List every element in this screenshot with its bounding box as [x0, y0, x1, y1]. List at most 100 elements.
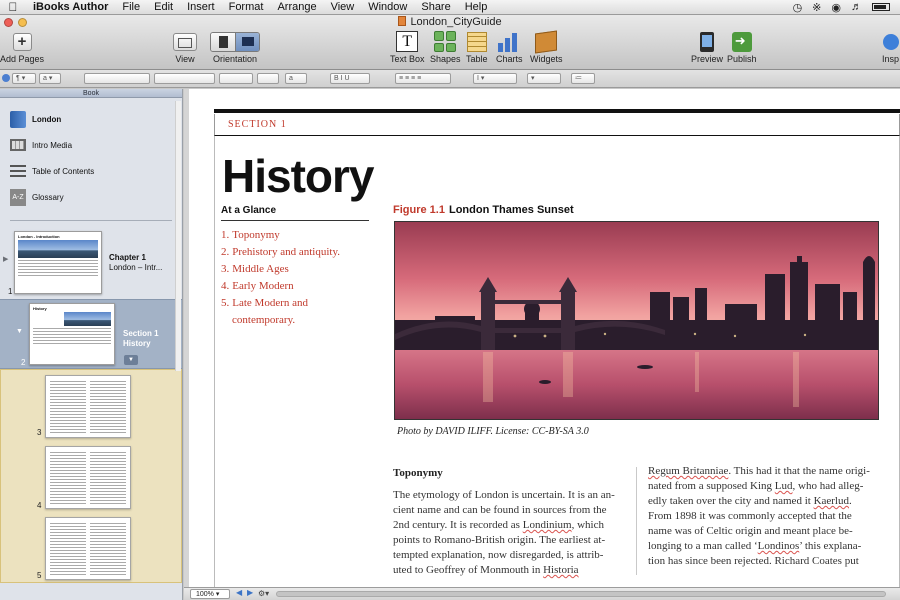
body-text-right-column[interactable]: Regum Britanniae. This had it that the n…: [648, 464, 890, 569]
section-label[interactable]: SECTION 1: [228, 119, 287, 130]
font-family-popup[interactable]: [84, 73, 150, 84]
sidebar-item-glossary[interactable]: A-Z Glossary: [0, 184, 182, 210]
time-machine-icon[interactable]: ◷: [793, 1, 803, 14]
chapter-subtitle: London – Intr...: [109, 263, 163, 272]
menu-insert[interactable]: Insert: [180, 0, 222, 15]
text-line: nated from a supposed King Lud, who had …: [648, 479, 890, 494]
font-typeface-popup[interactable]: [154, 73, 215, 84]
figure-caption[interactable]: Figure 1.1 London Thames Sunset: [393, 204, 574, 216]
text-line: tion has since been rejected. Richard Co…: [648, 555, 859, 567]
section-thumbnail[interactable]: History: [29, 303, 115, 365]
book-page[interactable]: SECTION 1 History At a Glance 1. Toponymy…: [189, 89, 900, 587]
publish-button[interactable]: Publish: [727, 31, 757, 64]
gear-icon[interactable]: ⚙▾: [258, 589, 269, 598]
page-thumbnail[interactable]: [45, 446, 131, 509]
horizontal-scrollbar[interactable]: [276, 591, 886, 597]
window-toolbar: London_CityGuide + Add Pages View Orient…: [0, 15, 900, 70]
menu-format[interactable]: Format: [222, 0, 271, 15]
list-style-popup[interactable]: ≔: [571, 73, 595, 84]
zoom-popup[interactable]: 100% ▾: [190, 589, 230, 599]
glance-text: Middle Ages: [232, 263, 289, 275]
glance-title[interactable]: At a Glance: [221, 205, 276, 216]
text-box-button[interactable]: T Text Box: [390, 31, 425, 64]
portrait-icon[interactable]: [211, 32, 235, 51]
alignment-buttons[interactable]: ≡ ≡ ≡ ≡: [395, 73, 451, 84]
film-icon: [10, 139, 26, 151]
glance-item[interactable]: 2. Prehistory and antiquity.: [221, 244, 371, 261]
text-line: uted to Geoffrey of Monmouth in Historia: [393, 563, 629, 578]
battery-icon[interactable]: [872, 3, 890, 11]
orientation-segmented[interactable]: [210, 31, 260, 52]
section-disclosure-icon[interactable]: ▼: [16, 328, 23, 335]
column-heading[interactable]: Toponymy: [393, 467, 443, 479]
glance-item[interactable]: 4. Early Modern: [221, 278, 371, 295]
sidebar-list: London Intro Media Table of Contents A-Z…: [0, 98, 182, 210]
view-label: View: [175, 54, 195, 64]
line-spacing-popup[interactable]: I ▾: [473, 73, 517, 84]
apple-menu-icon[interactable]: : [0, 0, 26, 14]
paragraph-style-popup[interactable]: ¶ ▾: [12, 73, 36, 84]
previous-page-icon[interactable]: ◀: [236, 588, 242, 597]
menu-bar:  iBooks Author File Edit Insert Format …: [0, 0, 900, 15]
bluetooth-icon[interactable]: ※: [812, 1, 821, 14]
sidebar-item-london[interactable]: London: [0, 106, 182, 132]
preview-button[interactable]: Preview: [691, 31, 723, 64]
volume-icon[interactable]: ♬: [851, 1, 862, 13]
page-title[interactable]: History: [222, 149, 374, 203]
table-button[interactable]: Table: [466, 31, 488, 64]
orientation-control[interactable]: Orientation: [210, 31, 260, 64]
glance-item[interactable]: 5. Late Modern and contemporary.: [221, 295, 371, 329]
inspector-button[interactable]: Insp: [882, 31, 899, 64]
glance-text: Late Modern and: [232, 297, 308, 309]
menu-window[interactable]: Window: [361, 0, 414, 15]
sidebar-item-intro-media[interactable]: Intro Media: [0, 132, 182, 158]
photo-credit[interactable]: Photo by DAVID ILIFF. License: CC-BY-SA …: [397, 426, 589, 437]
ipad-icon: [700, 31, 714, 52]
add-pages-button[interactable]: + Add Pages: [0, 31, 44, 64]
sidebar-item-table-of-contents[interactable]: Table of Contents: [0, 158, 182, 184]
orientation-label: Orientation: [212, 54, 258, 64]
styles-drawer-icon[interactable]: [2, 74, 10, 82]
sidebar-section-1[interactable]: ▼ History Section 1 History ▼ 2: [0, 299, 182, 369]
chapter-thumbnail[interactable]: London - Introduction: [14, 231, 102, 294]
glance-list: 1. Toponymy 2. Prehistory and antiquity. 3…: [221, 227, 371, 329]
menu-edit[interactable]: Edit: [147, 0, 180, 15]
wifi-icon[interactable]: ◉: [831, 1, 841, 14]
text-color-well[interactable]: [257, 73, 279, 84]
london-thames-sunset-image[interactable]: [394, 221, 879, 420]
az-icon: A-Z: [10, 188, 26, 206]
landscape-icon[interactable]: [235, 32, 259, 51]
menu-arrange[interactable]: Arrange: [270, 0, 323, 15]
inspector-icon: [882, 33, 899, 50]
menu-share[interactable]: Share: [414, 0, 457, 15]
widgets-button[interactable]: Widgets: [530, 29, 563, 64]
font-size-field[interactable]: [219, 73, 253, 84]
shapes-button[interactable]: Shapes: [430, 31, 461, 64]
view-button[interactable]: View: [173, 31, 197, 64]
highlight-color-well[interactable]: a: [285, 73, 307, 84]
next-page-icon[interactable]: ▶: [247, 588, 253, 597]
character-style-popup[interactable]: a ▾: [39, 73, 61, 84]
section-menu-button[interactable]: ▼: [124, 355, 138, 365]
page-thumbnail[interactable]: [45, 517, 131, 580]
menu-view[interactable]: View: [324, 0, 362, 15]
misspelled-word: Lud: [774, 480, 793, 492]
glance-item[interactable]: 1. Toponymy: [221, 227, 371, 244]
charts-button[interactable]: Charts: [496, 31, 523, 64]
sidebar-header: Book: [0, 89, 182, 98]
sidebar-chapter-1[interactable]: ▶ London - Introduction Chapter 1 London…: [0, 229, 182, 299]
thumbnail-text: [18, 260, 98, 278]
glance-item[interactable]: 3. Middle Ages: [221, 261, 371, 278]
page-thumbnail[interactable]: [45, 375, 131, 438]
zoom-value: 100%: [196, 591, 214, 598]
columns-popup[interactable]: ▾: [527, 73, 561, 84]
bold-italic-underline-buttons[interactable]: B I U: [330, 73, 370, 84]
menu-file[interactable]: File: [115, 0, 147, 15]
sidebar-scrollbar[interactable]: [175, 101, 181, 371]
sidebar-item-label: Table of Contents: [32, 166, 95, 176]
menu-help[interactable]: Help: [458, 0, 495, 15]
menu-app[interactable]: iBooks Author: [26, 0, 115, 15]
sidebar-item-label: London: [32, 114, 62, 124]
chapter-disclosure-icon[interactable]: ▶: [3, 255, 8, 263]
body-text-left-column[interactable]: The etymology of London is uncertain. It…: [393, 488, 629, 578]
